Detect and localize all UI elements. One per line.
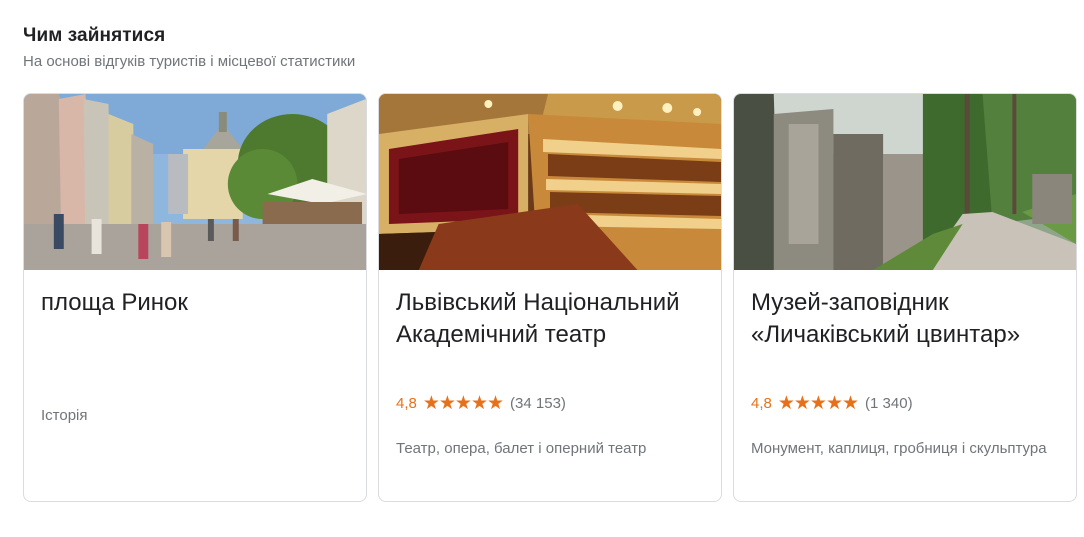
card-title: Львівський Національний Академічний теат… [396, 289, 680, 348]
cemetery-photo [734, 94, 1076, 270]
card-title: площа Ринок [41, 289, 188, 316]
card-category: Історія [41, 407, 88, 424]
attraction-card-lychakiv-cemetery[interactable]: Музей-заповідник «Личаківський цвинтар» … [733, 93, 1077, 502]
attraction-card-lviv-theatre[interactable]: Львівський Національний Академічний теат… [378, 93, 722, 502]
city-square-photo [24, 94, 366, 270]
card-category: Театр, опера, балет і оперний театр [396, 440, 647, 457]
rating-row: 4,8 ★★★★★ (34 153) [396, 394, 566, 413]
rating-value: 4,8 [396, 395, 417, 412]
star-rating-icon: ★★★★★ [422, 393, 504, 414]
section-title: Чим зайнятися [23, 25, 166, 46]
section-subtitle: На основі відгуків туристів і місцевої с… [23, 53, 356, 70]
star-rating-icon: ★★★★★ [777, 393, 859, 414]
review-count: (1 340) [865, 395, 913, 412]
rating-value: 4,8 [751, 395, 772, 412]
card-title: Музей-заповідник «Личаківський цвинтар» [751, 289, 1021, 348]
attraction-card-rynok-square[interactable]: площа Ринок Історія [23, 93, 367, 502]
review-count: (34 153) [510, 395, 566, 412]
card-category: Монумент, каплиця, гробниця і скульптура [751, 440, 1047, 457]
theatre-hall-photo [379, 94, 721, 270]
rating-row: 4,8 ★★★★★ (1 340) [751, 394, 913, 413]
